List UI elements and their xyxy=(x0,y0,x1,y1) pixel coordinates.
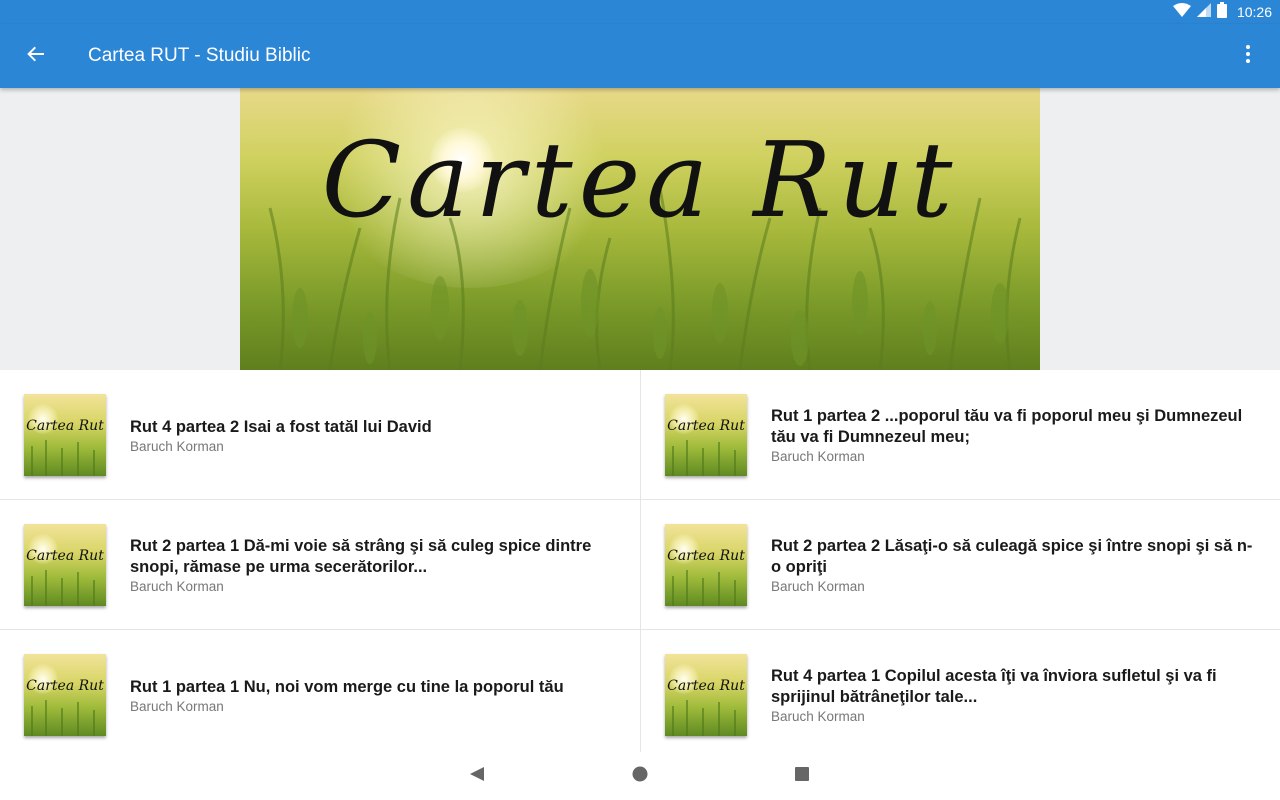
back-button[interactable] xyxy=(20,40,52,72)
system-nav-bar xyxy=(0,752,1280,800)
episode-thumbnail: Cartea Rut xyxy=(665,524,747,606)
episode-title: Rut 1 partea 1 Nu, noi vom merge cu tine… xyxy=(130,677,564,696)
banner-image: Cartea Rut xyxy=(240,88,1040,370)
episode-author: Baruch Korman xyxy=(130,698,224,714)
banner-title: Cartea Rut xyxy=(321,119,959,241)
page-title: Cartea RUT - Studiu Biblic xyxy=(88,45,311,66)
episode-author: Baruch Korman xyxy=(130,438,224,454)
episode-title: Rut 4 partea 2 Isai a fost tatăl lui Dav… xyxy=(130,417,432,436)
banner-area: Cartea Rut xyxy=(0,88,1280,370)
episode-author: Baruch Korman xyxy=(771,709,865,724)
signal-icon xyxy=(1196,2,1211,22)
more-vert-icon xyxy=(1245,44,1251,69)
status-bar: 10:26 xyxy=(0,0,1280,24)
list-item[interactable]: Cartea Rut Rut 2 partea 1 Dă-mi voie să … xyxy=(0,500,640,630)
status-time: 10:26 xyxy=(1236,4,1272,20)
list-item[interactable]: Cartea Rut Rut 1 partea 2 ...poporul tău… xyxy=(641,370,1280,500)
episode-author: Baruch Korman xyxy=(771,579,865,594)
episode-title: Rut 1 partea 2 ...poporul tău va fi popo… xyxy=(771,407,1243,446)
nav-recents-icon xyxy=(794,766,810,787)
episode-thumbnail: Cartea Rut xyxy=(24,394,106,476)
overflow-menu-button[interactable] xyxy=(1232,40,1264,72)
nav-back-icon xyxy=(469,766,485,787)
episode-thumbnail: Cartea Rut xyxy=(665,394,747,476)
episode-title: Rut 2 partea 1 Dă-mi voie să strâng şi s… xyxy=(130,537,592,576)
wifi-icon xyxy=(1172,2,1191,22)
nav-home-icon xyxy=(632,766,648,787)
episode-title: Rut 2 partea 2 Lăsaţi-o să culeagă spice… xyxy=(771,537,1253,576)
episode-author: Baruch Korman xyxy=(130,579,224,594)
app-bar: Cartea RUT - Studiu Biblic xyxy=(0,24,1280,88)
arrow-back-icon xyxy=(26,44,46,69)
list-item[interactable]: Cartea Rut Rut 4 partea 2 Isai a fost ta… xyxy=(0,370,640,500)
episode-thumbnail: Cartea Rut xyxy=(24,654,106,736)
episode-author: Baruch Korman xyxy=(771,449,865,464)
nav-recents-button[interactable] xyxy=(792,766,812,786)
nav-home-button[interactable] xyxy=(630,766,650,786)
list-item[interactable]: Cartea Rut Rut 2 partea 2 Lăsaţi-o să cu… xyxy=(641,500,1280,630)
nav-back-button[interactable] xyxy=(467,766,487,786)
episode-list: Cartea Rut Rut 4 partea 2 Isai a fost ta… xyxy=(0,370,1280,752)
episode-thumbnail: Cartea Rut xyxy=(665,654,747,736)
list-item[interactable]: Cartea Rut Rut 1 partea 1 Nu, noi vom me… xyxy=(0,630,640,752)
episode-title: Rut 4 partea 1 Copilul acesta îţi va înv… xyxy=(771,667,1217,706)
list-item[interactable]: Cartea Rut Rut 4 partea 1 Copilul acesta… xyxy=(641,630,1280,752)
episode-thumbnail: Cartea Rut xyxy=(24,524,106,606)
battery-icon xyxy=(1216,1,1227,23)
